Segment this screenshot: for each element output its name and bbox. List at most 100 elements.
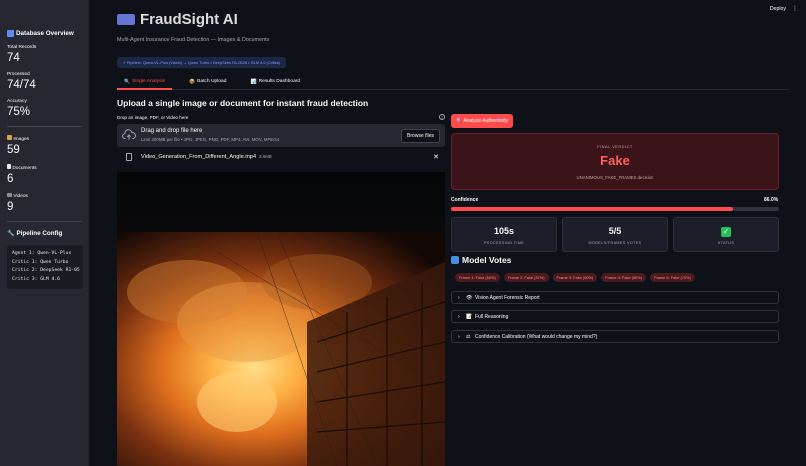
metric-label: Accuracy xyxy=(7,99,27,104)
magnifier-icon: 🔍 xyxy=(456,118,463,124)
tab-batch-upload[interactable]: 📦 Batch Upload xyxy=(182,76,233,90)
database-overview-title: Database Overview xyxy=(16,30,74,37)
main-menu-icon[interactable]: ⋮ xyxy=(792,5,798,12)
uploaded-file-name: Video_Generation_From_Different_Angle.mp… xyxy=(141,154,272,160)
tab-label: Batch Upload xyxy=(197,79,227,84)
memo-icon: 📝 xyxy=(466,314,473,320)
tab-label: Results Dashboard xyxy=(258,79,301,84)
page-title-text: FraudSight AI xyxy=(140,11,238,28)
model-votes-title: Model Votes xyxy=(462,255,512,265)
check-icon: ✓ xyxy=(721,227,731,237)
document-icon xyxy=(7,164,11,169)
stat-status: ✓ STATUS xyxy=(673,217,779,252)
metric-documents: Documents 6 xyxy=(7,164,82,185)
video-player[interactable] xyxy=(117,172,445,466)
video-icon xyxy=(7,193,12,197)
expander-full-reasoning[interactable]: › 📝 Full Reasoning xyxy=(451,310,779,323)
metric-label: Processed xyxy=(7,72,30,77)
sidebar-divider xyxy=(7,221,82,222)
metric-label-text: Documents xyxy=(12,166,37,171)
stat-processing-time: 105s PROCESSING TIME xyxy=(451,217,557,252)
metric-value: 74/74 xyxy=(7,79,36,91)
vote-chip: Frame 5: Fake (70%) xyxy=(650,273,695,282)
metric-label: Images xyxy=(7,135,82,142)
dropzone-instructions: Drag and drop file here xyxy=(141,128,203,134)
vote-chips: Frame 1: Fake (60%) Frame 2: Fake (87%) … xyxy=(455,273,695,282)
metric-label-text: Images xyxy=(13,137,30,142)
pipeline-config-title: Pipeline Config xyxy=(16,230,63,237)
pipeline-pill: ⚡ Pipeline: Qwen-VL-Plus (Vision) → Qwen… xyxy=(117,57,286,68)
sidebar: Database Overview Total Records 74 Proce… xyxy=(0,0,89,466)
stat-label: PROCESSING TIME xyxy=(483,241,525,245)
analyze-label: Analyze Authenticity xyxy=(463,118,509,124)
code-line: Critic 2: DeepSeek R1-05 xyxy=(12,268,80,273)
magnifier-icon: 🔍 xyxy=(124,80,131,85)
code-line: Critic 3: GLM 4.6 xyxy=(12,276,60,282)
analyze-authenticity-button[interactable]: 🔍 Analyze Authenticity xyxy=(451,114,514,128)
pipeline-config-header: 🔧 Pipeline Config xyxy=(7,230,82,237)
file-name-text: Video_Generation_From_Different_Angle.mp… xyxy=(141,154,257,160)
file-dropzone[interactable]: Drag and drop file here Limit 200MB per … xyxy=(117,124,445,147)
tab-bar: 🔍 Single Analysis 📦 Batch Upload 📊 Resul… xyxy=(117,76,789,90)
metric-label: Videos xyxy=(7,193,82,199)
code-line: Agent 1: Qwen-VL-Plus xyxy=(12,251,72,256)
chart-icon xyxy=(7,30,14,37)
help-icon[interactable]: ? xyxy=(439,114,445,120)
metric-label-text: Videos xyxy=(13,194,28,199)
eye-icon: 👁 xyxy=(466,295,473,301)
metric-images: Images 59 xyxy=(7,135,82,156)
stat-model-votes: 5/5 MODELS/FRAMES VOTES xyxy=(562,217,668,252)
stat-value: 105s xyxy=(493,226,515,236)
file-icon xyxy=(126,153,132,161)
uploader-label: Drop an image, PDF, or Video here xyxy=(117,115,189,120)
stat-value: 5/5 xyxy=(608,226,622,236)
verdict-decision: UNANIMOUS_FAKE_FRAMES decision xyxy=(576,175,654,180)
browse-files-button[interactable]: Browse files xyxy=(401,129,440,143)
metric-value: 75% xyxy=(7,106,31,118)
expander-vision-report[interactable]: › 👁 Vision Agent Forensic Report xyxy=(451,291,779,304)
main-content: FraudSight AI Multi-Agent Insurance Frau… xyxy=(117,0,789,466)
tab-label: Single Analysis xyxy=(132,79,165,84)
expander-label: Confidence Calibration (What would chang… xyxy=(475,334,598,340)
sidebar-divider xyxy=(7,126,82,127)
expander-confidence-calibration[interactable]: › ⚖ Confidence Calibration (What would c… xyxy=(451,330,779,343)
image-icon xyxy=(7,135,12,140)
cloud-upload-icon xyxy=(122,129,136,140)
expander-label: Vision Agent Forensic Report xyxy=(475,295,540,301)
metric-processed: Processed 74/74 xyxy=(7,72,82,91)
stat-label: STATUS xyxy=(717,241,735,245)
confidence-bar-fill xyxy=(451,207,734,211)
remove-file-icon[interactable]: ✕ xyxy=(433,153,439,161)
metric-videos: Videos 9 xyxy=(7,193,82,213)
metric-value: 6 xyxy=(7,173,14,185)
confidence-value: 86.0% xyxy=(764,197,779,203)
vote-chip: Frame 2: Fake (87%) xyxy=(503,273,549,282)
metric-label: Total Records xyxy=(7,45,37,50)
metric-value: 59 xyxy=(7,144,20,156)
chevron-right-icon: › xyxy=(458,295,460,301)
metric-value: 9 xyxy=(7,201,14,213)
vote-chip: Frame 3: Fake (60%) xyxy=(552,273,598,282)
metric-accuracy: Accuracy 75% xyxy=(7,99,82,118)
dice-icon xyxy=(451,256,459,264)
code-line: Critic 1: Qwen Turbo xyxy=(12,259,69,265)
metric-total-records: Total Records 74 xyxy=(7,45,82,64)
model-votes-heading: Model Votes xyxy=(451,255,511,265)
verdict-value: Fake xyxy=(600,153,630,168)
database-overview-header: Database Overview xyxy=(7,30,82,37)
stat-value: ✓ xyxy=(674,226,778,237)
metric-value: 74 xyxy=(7,52,20,64)
package-icon: 📦 xyxy=(189,80,196,85)
vote-chip: Frame 4: Fake (60%) xyxy=(601,273,647,282)
final-verdict-card: FINAL VERDICT Fake UNANIMOUS_FAKE_FRAMES… xyxy=(451,133,779,190)
video-frame-fire-building xyxy=(117,172,445,466)
expander-label: Full Reasoning xyxy=(475,314,509,320)
verdict-label: FINAL VERDICT xyxy=(597,144,633,149)
tab-results-dashboard[interactable]: 📊 Results Dashboard xyxy=(243,76,307,90)
confidence-bar xyxy=(451,207,779,211)
tab-single-analysis[interactable]: 🔍 Single Analysis xyxy=(117,76,172,90)
chart-icon: 📊 xyxy=(250,80,257,85)
pipeline-code-block: Agent 1: Qwen-VL-Plus Critic 1: Qwen Tur… xyxy=(7,245,83,289)
chevron-right-icon: › xyxy=(458,314,460,320)
upload-heading: Upload a single image or document for in… xyxy=(117,98,369,108)
